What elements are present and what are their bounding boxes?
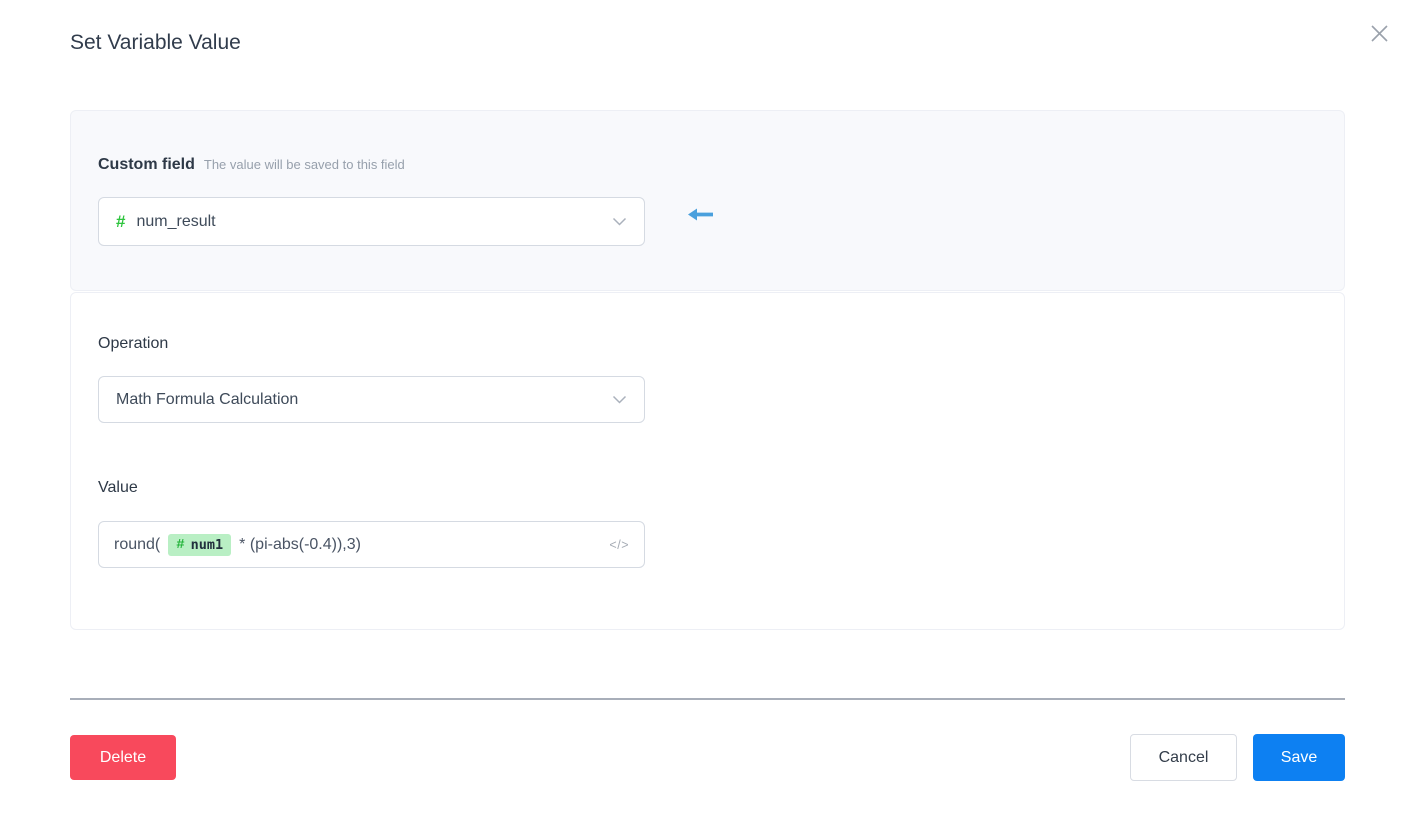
hash-icon: # (116, 212, 125, 232)
custom-field-label: Custom field (98, 156, 195, 174)
custom-field-hint: The value will be saved to this field (204, 157, 405, 172)
value-label: Value (98, 479, 138, 497)
custom-field-card: Custom field The value will be saved to … (70, 110, 1345, 291)
operation-value-card: Operation Math Formula Calculation Value… (70, 292, 1345, 630)
custom-field-select-value: num_result (136, 213, 215, 231)
cancel-button[interactable]: Cancel (1130, 734, 1237, 781)
variable-token-num1: # num1 (168, 534, 231, 556)
footer-divider (70, 698, 1345, 700)
formula-prefix: round( (114, 536, 160, 554)
code-icon[interactable]: </> (609, 538, 629, 552)
set-variable-value-modal: Set Variable Value Custom field The valu… (0, 0, 1416, 813)
hash-icon: # (176, 537, 184, 553)
save-button[interactable]: Save (1253, 734, 1345, 781)
operation-select-value: Math Formula Calculation (116, 391, 298, 409)
page-title: Set Variable Value (70, 31, 241, 55)
operation-label: Operation (98, 335, 168, 353)
formula-suffix: * (pi-abs(-0.4)),3) (239, 536, 361, 554)
value-input[interactable]: round( # num1 * (pi-abs(-0.4)),3) </> (98, 521, 645, 568)
arrow-left-icon (688, 207, 713, 222)
custom-field-select[interactable]: # num_result (98, 197, 645, 246)
operation-select[interactable]: Math Formula Calculation (98, 376, 645, 423)
chevron-down-icon (612, 395, 627, 404)
close-icon[interactable] (1364, 18, 1394, 48)
chevron-down-icon (612, 217, 627, 226)
token-name: num1 (191, 537, 224, 553)
delete-button[interactable]: Delete (70, 735, 176, 780)
